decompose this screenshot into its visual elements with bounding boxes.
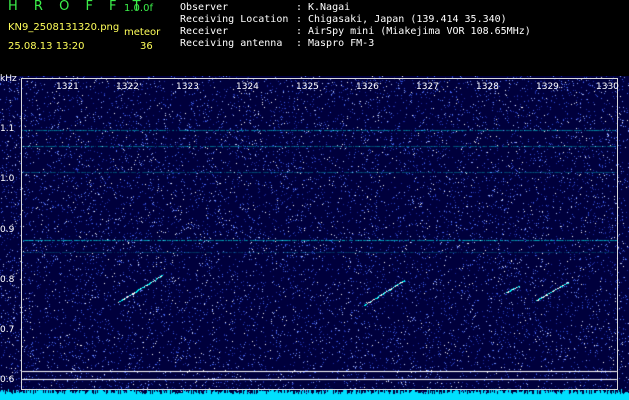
colon: :: [296, 38, 303, 49]
y-axis-unit: kHz: [0, 74, 17, 84]
x-tick-label: 1324: [236, 82, 259, 92]
x-tick-label: 1329: [536, 82, 559, 92]
antenna-value: Maspro FM-3: [308, 38, 375, 49]
location-label: Receiving Location: [180, 14, 289, 25]
meteor-count: 36: [140, 41, 153, 52]
x-tick-label: 1322: [116, 82, 139, 92]
receiver-value: AirSpy mini (Miakejima VOR 108.65MHz): [308, 26, 531, 37]
x-tick-label: 1328: [476, 82, 499, 92]
receiver-label: Receiver: [180, 26, 229, 37]
x-tick-label: 1327: [416, 82, 439, 92]
antenna-label: Receiving antenna: [180, 38, 283, 49]
location-value: Chigasaki, Japan (139.414 35.340): [308, 14, 507, 25]
spectrogram-canvas: [0, 76, 629, 400]
y-tick-label: 0.9: [0, 225, 15, 235]
y-tick-label: 1.0: [0, 174, 15, 184]
y-tick-label: 0.6: [0, 375, 15, 385]
x-tick-label: 1330: [596, 82, 619, 92]
y-tick-label: 0.8: [0, 275, 15, 285]
filename-label: KN9_2508131320.png: [8, 22, 120, 33]
colon: :: [296, 2, 303, 13]
y-tick-label: 1.1: [0, 124, 15, 134]
version-label: 1.0.0f: [124, 3, 153, 14]
observer-label: Observer: [180, 2, 229, 13]
meteor-label: meteor: [124, 27, 161, 38]
colon: :: [296, 14, 303, 25]
header-panel: H R O F F T 1.0.0f KN9_2508131320.png me…: [0, 0, 629, 76]
x-tick-label: 1325: [296, 82, 319, 92]
x-tick-label: 1321: [56, 82, 79, 92]
x-tick-label: 1326: [356, 82, 379, 92]
colon: :: [296, 26, 303, 37]
x-tick-label: 1323: [176, 82, 199, 92]
datetime-label: 25.08.13 13:20: [8, 41, 85, 52]
y-tick-label: 0.7: [0, 325, 15, 335]
observer-value: K.Nagai: [308, 2, 351, 13]
